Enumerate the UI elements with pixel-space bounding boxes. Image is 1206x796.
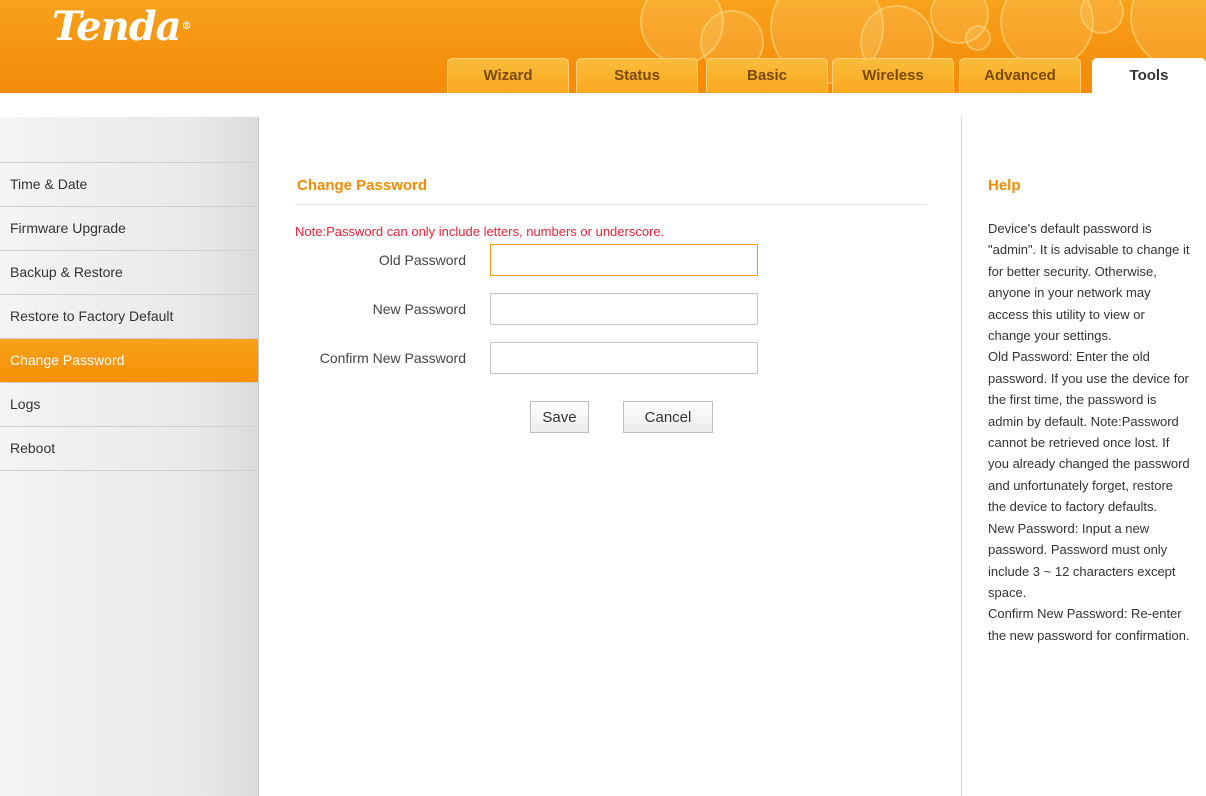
tab-wireless[interactable]: Wireless bbox=[832, 58, 954, 93]
help-paragraph: Confirm New Password: Re-enter the new p… bbox=[988, 606, 1190, 643]
help-title: Help bbox=[988, 177, 1021, 194]
sidebar-item-reboot[interactable]: Reboot bbox=[0, 427, 258, 471]
main-content: Change Password Note:Password can only i… bbox=[259, 117, 962, 796]
new-password-label: New Password bbox=[372, 301, 466, 317]
password-note: Note:Password can only include letters, … bbox=[295, 224, 665, 239]
old-password-label: Old Password bbox=[378, 252, 466, 268]
new-password-field[interactable] bbox=[490, 293, 758, 325]
help-text: Device's default password is "admin". It… bbox=[988, 218, 1190, 646]
sidebar-item-restore-factory-default[interactable]: Restore to Factory Default bbox=[0, 295, 258, 339]
sidebar-item-backup-restore[interactable]: Backup & Restore bbox=[0, 251, 258, 295]
tab-basic[interactable]: Basic bbox=[706, 58, 828, 93]
confirm-password-label: Confirm New Password bbox=[319, 350, 466, 366]
confirm-password-field[interactable] bbox=[490, 342, 758, 374]
page-title: Change Password bbox=[297, 177, 428, 194]
tab-status[interactable]: Status bbox=[576, 58, 698, 93]
tab-advanced[interactable]: Advanced bbox=[959, 58, 1081, 93]
tab-wizard[interactable]: Wizard bbox=[447, 58, 569, 93]
old-password-field[interactable] bbox=[490, 244, 758, 276]
title-divider bbox=[295, 204, 927, 205]
sidebar: Time & Date Firmware Upgrade Backup & Re… bbox=[0, 117, 259, 796]
sidebar-menu: Time & Date Firmware Upgrade Backup & Re… bbox=[0, 162, 258, 471]
tenda-logo: Tenda® bbox=[52, 3, 192, 50]
help-paragraph: New Password: Input a new password. Pass… bbox=[988, 520, 1176, 600]
sidebar-item-time-date[interactable]: Time & Date bbox=[0, 163, 258, 207]
cancel-button[interactable]: Cancel bbox=[623, 401, 713, 433]
help-paragraph: Device's default password is "admin". It… bbox=[988, 221, 1190, 344]
save-button[interactable]: Save bbox=[530, 401, 589, 433]
sidebar-item-change-password[interactable]: Change Password bbox=[0, 339, 258, 383]
tab-tools[interactable]: Tools bbox=[1092, 58, 1206, 93]
help-panel: Help Device's default password is "admin… bbox=[962, 117, 1206, 796]
help-paragraph: Old Password: Enter the old password. If… bbox=[988, 349, 1190, 515]
header-banner: Tenda® Wizard Status Basic Wireless Adva… bbox=[0, 0, 1206, 93]
sidebar-item-logs[interactable]: Logs bbox=[0, 383, 258, 427]
sidebar-item-firmware-upgrade[interactable]: Firmware Upgrade bbox=[0, 207, 258, 251]
header-divider bbox=[0, 93, 1206, 117]
decorative-bubble bbox=[965, 25, 991, 51]
